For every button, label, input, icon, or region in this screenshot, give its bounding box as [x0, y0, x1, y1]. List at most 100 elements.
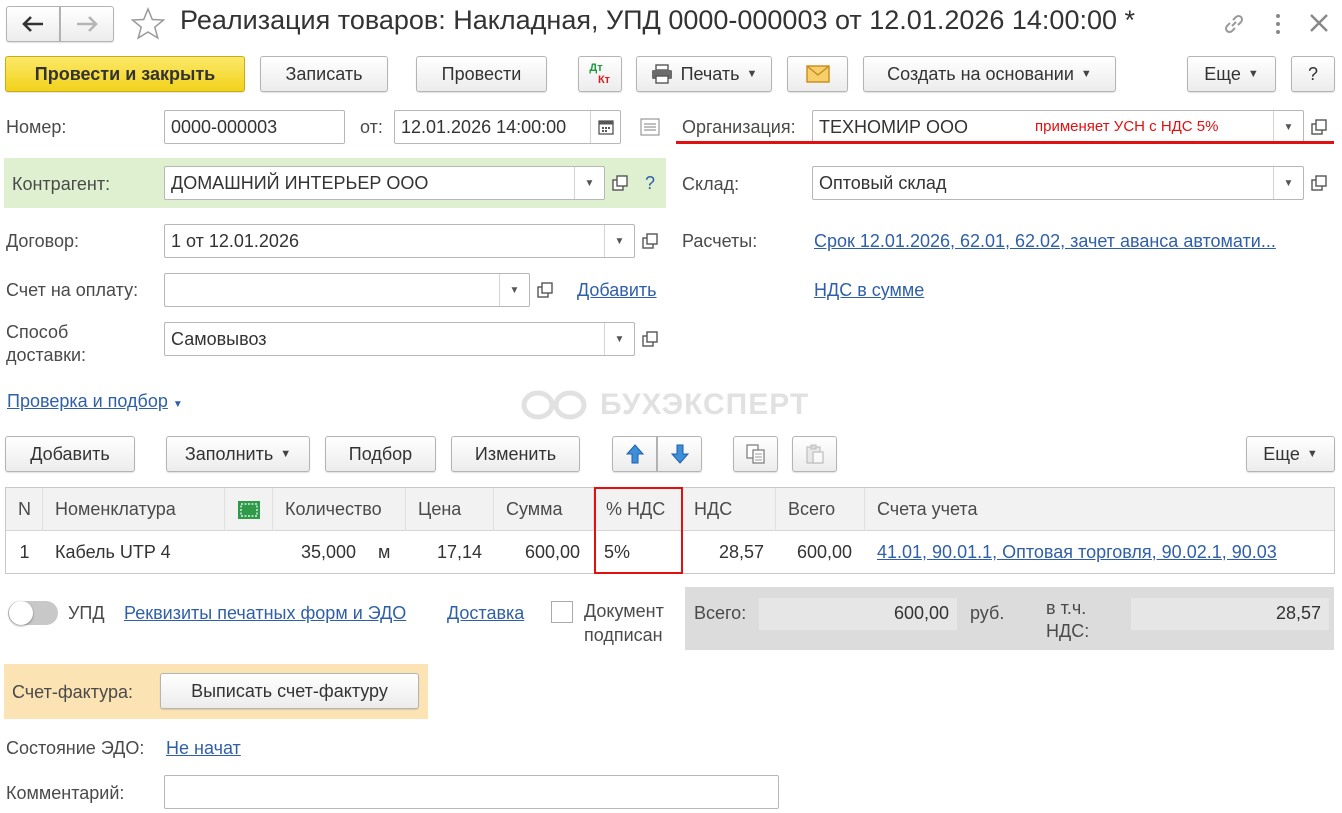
warehouse-dropdown[interactable]: ▼: [1273, 167, 1303, 199]
delivery-field[interactable]: Самовывоз ▼: [164, 322, 635, 356]
issue-invoice-button[interactable]: Выписать счет-фактуру: [160, 673, 419, 709]
col-header-accounts[interactable]: Счета учета: [865, 488, 1334, 531]
check-and-pick-link[interactable]: Проверка и подбор ▼: [7, 391, 183, 412]
edo-status-link[interactable]: Не начат: [166, 738, 241, 759]
comment-field[interactable]: [164, 775, 779, 809]
contract-field[interactable]: 1 от 12.01.2026 ▼: [164, 224, 635, 258]
date-field[interactable]: 12.01.2026 14:00:00: [394, 110, 621, 144]
dt-kt-button[interactable]: Дт Кт: [578, 56, 622, 92]
table-more-button[interactable]: Еще ▼: [1246, 436, 1335, 472]
edo-label: Состояние ЭДО:: [6, 738, 145, 758]
calendar-button[interactable]: [590, 111, 620, 143]
watermark-logo-icon: [521, 390, 587, 420]
document-list-icon[interactable]: [640, 118, 660, 136]
cell-sum: 600,00: [524, 541, 580, 562]
cell-n: 1: [19, 541, 30, 562]
col-header-vat[interactable]: НДС: [682, 488, 776, 531]
open-window-icon: [642, 331, 658, 347]
payments-label: Расчеты:: [682, 231, 758, 251]
vertical-dots-icon[interactable]: [1268, 12, 1288, 36]
number-label: Номер:: [6, 117, 67, 137]
forward-button[interactable]: [60, 6, 114, 42]
table-more-label: Еще: [1263, 443, 1300, 464]
col-header-n[interactable]: N: [6, 488, 43, 531]
post-button[interactable]: Провести: [416, 56, 547, 92]
delivery-link[interactable]: Доставка: [447, 603, 524, 624]
col-header-total[interactable]: Всего: [776, 488, 865, 531]
invoice-label: Счет на оплату:: [6, 280, 139, 300]
contractor-dropdown[interactable]: ▼: [574, 167, 604, 199]
organization-dropdown[interactable]: ▼: [1273, 111, 1303, 143]
signed-label-line2: подписан: [584, 625, 663, 645]
col-header-sum[interactable]: Сумма: [494, 488, 594, 531]
accounts-link[interactable]: 41.01, 90.01.1, Оптовая торговля, 90.02.…: [877, 542, 1277, 563]
total-label: Всего:: [694, 603, 747, 623]
invoice-doc-label: Счет-фактура:: [12, 682, 133, 702]
cell-price: 17,14: [436, 541, 482, 562]
vat-in-sum-link[interactable]: НДС в сумме: [814, 280, 924, 301]
contract-value: 1 от 12.01.2026: [171, 230, 299, 251]
organization-value: ТЕХНОМИР ООО: [819, 116, 968, 137]
chevron-down-icon: ▼: [584, 177, 595, 189]
payments-link[interactable]: Срок 12.01.2026, 62.01, 62.02, зачет ава…: [814, 231, 1276, 252]
back-button[interactable]: [6, 6, 60, 42]
delivery-open-button[interactable]: [635, 322, 665, 356]
chevron-down-icon: ▼: [614, 235, 625, 247]
upd-toggle[interactable]: [8, 601, 58, 625]
warehouse-field[interactable]: Оптовый склад ▼: [812, 166, 1304, 200]
table-pick-button[interactable]: Подбор: [325, 436, 436, 472]
help-button[interactable]: ?: [1291, 56, 1335, 92]
table-fill-label: Заполнить: [184, 443, 274, 464]
col-header-nomenclature[interactable]: Номенклатура: [43, 488, 225, 531]
star-icon[interactable]: [130, 6, 166, 42]
col-header-excise[interactable]: [225, 488, 273, 531]
more-button[interactable]: Еще ▼: [1187, 56, 1276, 92]
cell-unit: м: [378, 541, 391, 562]
organization-field[interactable]: ТЕХНОМИР ООО применяет УСН с НДС 5% ▼: [812, 110, 1304, 144]
cell-total: 600,00: [796, 541, 852, 562]
email-button[interactable]: [787, 56, 848, 92]
print-button[interactable]: Печать ▼: [636, 56, 772, 92]
contractor-value: ДОМАШНИЙ ИНТЕРЬЕР ООО: [171, 172, 429, 193]
chevron-down-icon: ▼: [1080, 68, 1092, 80]
invoice-open-button[interactable]: [530, 273, 560, 307]
table-add-button[interactable]: Добавить: [5, 436, 135, 472]
create-based-on-button[interactable]: Создать на основании ▼: [863, 56, 1116, 92]
copy-button[interactable]: [733, 436, 778, 472]
chevron-down-icon: ▼: [1283, 177, 1294, 189]
requisites-link[interactable]: Реквизиты печатных форм и ЭДО: [124, 603, 406, 624]
number-field[interactable]: 0000-000003: [164, 110, 345, 144]
contractor-field[interactable]: ДОМАШНИЙ ИНТЕРЬЕР ООО ▼: [164, 166, 605, 200]
date-label: от:: [360, 117, 383, 137]
table-change-button[interactable]: Изменить: [451, 436, 580, 472]
col-header-quantity[interactable]: Количество: [273, 488, 406, 531]
link-icon[interactable]: [1222, 12, 1246, 36]
arrow-up-icon: [625, 444, 644, 464]
organization-open-button[interactable]: [1304, 110, 1334, 144]
paste-button[interactable]: [792, 436, 837, 472]
contractor-open-button[interactable]: [605, 166, 635, 200]
cell-accounts: 41.01, 90.01.1, Оптовая торговля, 90.02.…: [877, 532, 1332, 572]
contract-dropdown[interactable]: ▼: [604, 225, 634, 257]
move-down-button[interactable]: [657, 436, 702, 472]
close-icon[interactable]: [1308, 12, 1330, 34]
invoice-dropdown[interactable]: ▼: [499, 274, 529, 306]
contract-open-button[interactable]: [635, 224, 665, 258]
open-window-icon: [1311, 119, 1327, 135]
open-window-icon: [537, 282, 553, 298]
post-and-close-button[interactable]: Провести и закрыть: [5, 56, 245, 92]
move-up-button[interactable]: [612, 436, 657, 472]
add-invoice-link[interactable]: Добавить: [577, 280, 657, 301]
delivery-dropdown[interactable]: ▼: [604, 323, 634, 355]
warehouse-open-button[interactable]: [1304, 166, 1334, 200]
save-button[interactable]: Записать: [260, 56, 388, 92]
table-fill-button[interactable]: Заполнить ▼: [166, 436, 310, 472]
watermark: БУХЭКСПЕРТ: [520, 388, 809, 422]
invoice-field[interactable]: ▼: [164, 273, 530, 307]
organization-note: применяет УСН с НДС 5%: [1035, 118, 1219, 135]
contractor-help-icon[interactable]: ?: [645, 173, 655, 194]
signed-checkbox[interactable]: [551, 601, 573, 623]
envelope-icon: [805, 65, 830, 83]
chevron-down-icon: ▼: [1247, 68, 1259, 80]
col-header-price[interactable]: Цена: [406, 488, 494, 531]
